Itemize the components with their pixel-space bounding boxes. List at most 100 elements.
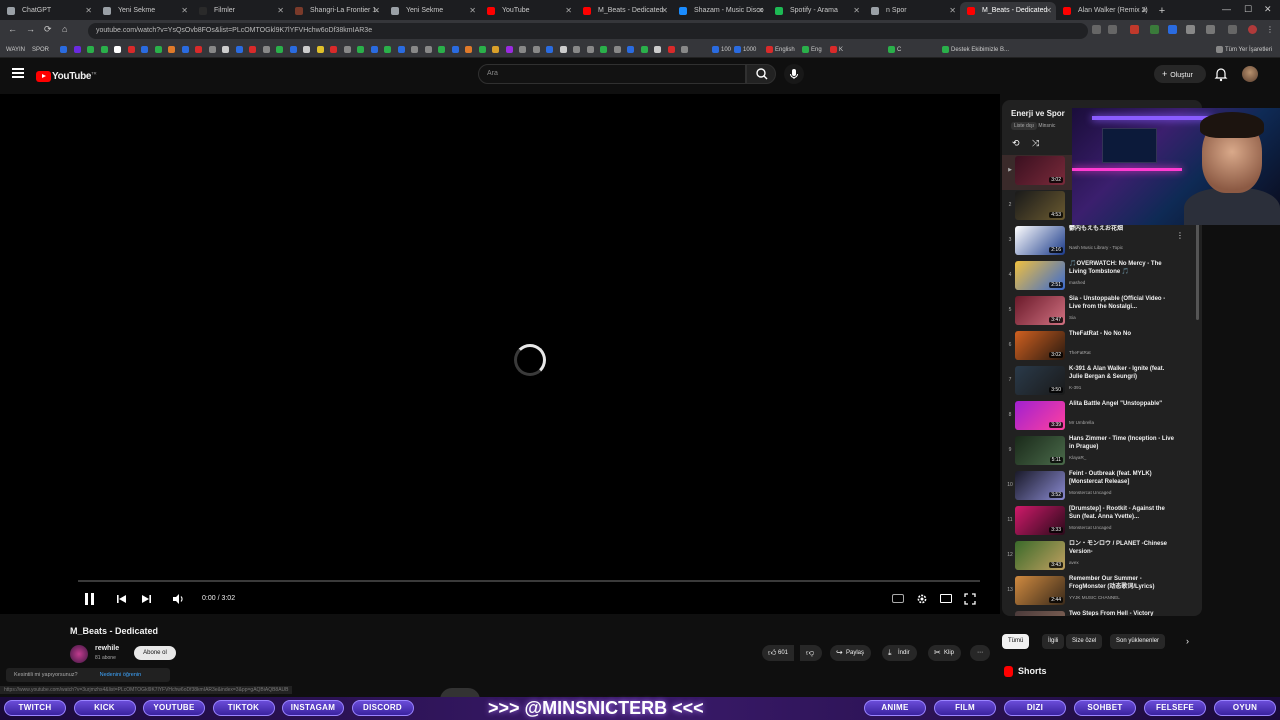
bookmark-favicon-icon[interactable] bbox=[235, 45, 245, 55]
close-tab-icon[interactable]: ✕ bbox=[1045, 2, 1052, 20]
minimize-window-icon[interactable]: — bbox=[1222, 0, 1231, 18]
back-icon[interactable]: ← bbox=[8, 24, 17, 34]
playlist-item[interactable]: 8 3:39 Alita Battle Angel "Unstoppable" Mr … bbox=[1002, 400, 1202, 435]
bookmark-favicon-icon[interactable] bbox=[667, 45, 677, 55]
bookmark-favicon-icon[interactable] bbox=[141, 45, 150, 55]
bookmark-item[interactable]: Eng bbox=[802, 45, 822, 55]
bookmark-favicon-icon[interactable] bbox=[519, 45, 528, 55]
video-thumbnail[interactable] bbox=[1015, 611, 1065, 616]
video-thumbnail[interactable]: 3:50 bbox=[1015, 366, 1065, 395]
playlist-item-title[interactable]: TheFatRat - No No No bbox=[1069, 330, 1177, 338]
playlist-item-title[interactable]: K-391 & Alan Walker - Ignite (feat. Juli… bbox=[1069, 365, 1177, 381]
bookmark-favicon-icon[interactable] bbox=[505, 45, 515, 55]
extension-icon[interactable] bbox=[1168, 25, 1177, 34]
channel-name[interactable]: rewhile bbox=[95, 645, 119, 652]
playlist-item-title[interactable]: ロン・モンロウ / PLANET -Chinese Version- bbox=[1069, 540, 1177, 556]
miniplayer-icon[interactable] bbox=[940, 594, 952, 603]
playlist-item[interactable]: 5 3:47 Sia - Unstoppable (Official Video -… bbox=[1002, 295, 1202, 330]
bookmark-item[interactable]: 1000 bbox=[734, 45, 756, 55]
browser-menu-icon[interactable]: ⋮ bbox=[1266, 25, 1275, 34]
video-thumbnail[interactable]: 4:53 bbox=[1015, 191, 1065, 220]
browser-tab[interactable]: M_Beats - Dedicated ✕ bbox=[576, 2, 672, 20]
bookmark-favicon-icon[interactable] bbox=[681, 45, 690, 55]
video-thumbnail[interactable]: 3:52 bbox=[1015, 471, 1065, 500]
search-button[interactable] bbox=[746, 64, 776, 84]
notifications-button[interactable] bbox=[1214, 66, 1228, 87]
browser-tab[interactable]: M_Beats - Dedicated ✕ bbox=[960, 2, 1056, 20]
previous-button[interactable] bbox=[116, 592, 128, 611]
bookmark-favicon-icon[interactable] bbox=[330, 45, 339, 55]
playlist-item-title[interactable]: 🎵OVERWATCH: No Mercy - The Living Tombst… bbox=[1069, 260, 1177, 276]
bookmark-favicon-icon[interactable] bbox=[465, 45, 474, 55]
bookmark-favicon-icon[interactable] bbox=[546, 45, 555, 55]
bookmark-favicon-icon[interactable] bbox=[411, 45, 420, 55]
search-input[interactable]: Ara bbox=[478, 64, 746, 84]
bookmark-favicon-icon[interactable] bbox=[127, 45, 137, 55]
new-tab-button[interactable]: + bbox=[1152, 2, 1172, 20]
account-avatar[interactable] bbox=[1242, 66, 1258, 82]
bookmark-favicon-icon[interactable] bbox=[627, 45, 636, 55]
bookmark-favicon-icon[interactable] bbox=[573, 45, 582, 55]
bookmark-favicon-icon[interactable] bbox=[276, 45, 285, 55]
browser-tab[interactable]: Shazam - Music Disco ✕ bbox=[672, 2, 768, 20]
extension-icon[interactable] bbox=[1150, 25, 1159, 34]
close-tab-icon[interactable]: ✕ bbox=[1141, 2, 1148, 20]
all-bookmarks-item[interactable]: Tüm Yer İşaretleri bbox=[1216, 45, 1272, 55]
learn-why-link[interactable]: Nedenini öğrenin bbox=[100, 672, 142, 678]
youtube-logo[interactable]: YouTubeTR bbox=[36, 68, 97, 86]
url-field[interactable]: youtube.com/watch?v=YsQsOvb8FOs&list=PLc… bbox=[88, 23, 1088, 39]
bookmark-item[interactable]: Destek Ekibimizle B... bbox=[942, 45, 1009, 55]
video-thumbnail[interactable]: 3:02 bbox=[1015, 331, 1065, 360]
playlist-item-title[interactable]: Two Steps From Hell - Victory bbox=[1069, 610, 1177, 616]
clip-button[interactable]: ✂ Klip bbox=[928, 645, 962, 661]
settings-button[interactable] bbox=[916, 592, 928, 611]
close-tab-icon[interactable]: ✕ bbox=[181, 2, 188, 20]
bookmark-favicon-icon[interactable] bbox=[370, 45, 380, 55]
shuffle-icon[interactable]: ⤨ bbox=[1032, 138, 1039, 149]
extensions-puzzle-icon[interactable] bbox=[1206, 25, 1215, 34]
video-thumbnail[interactable]: 3:47 bbox=[1015, 296, 1065, 325]
bookmark-item[interactable]: SPOR bbox=[32, 45, 49, 55]
extension-icon[interactable] bbox=[1130, 25, 1139, 34]
video-player[interactable] bbox=[0, 94, 1000, 614]
extension-icon[interactable] bbox=[1186, 25, 1195, 34]
bookmark-favicon-icon[interactable] bbox=[357, 45, 366, 55]
bookmark-favicon-icon[interactable] bbox=[303, 45, 312, 55]
loop-icon[interactable]: ⟲ bbox=[1012, 138, 1020, 149]
close-tab-icon[interactable]: ✕ bbox=[373, 2, 380, 20]
home-icon[interactable]: ⌂ bbox=[62, 24, 67, 34]
close-tab-icon[interactable]: ✕ bbox=[565, 2, 572, 20]
video-thumbnail[interactable]: 3:43 bbox=[1015, 541, 1065, 570]
download-button[interactable]: ⤓ İndir bbox=[882, 645, 917, 661]
filter-chip[interactable]: İlgili bbox=[1042, 634, 1065, 649]
playlist-item[interactable]: 3 2:16 鬱内もえもえお花畑 Nash Music Library - Topic… bbox=[1002, 225, 1202, 260]
browser-tab[interactable]: YouTube ✕ bbox=[480, 2, 576, 20]
playlist-item-title[interactable]: Hans Zimmer - Time (Inception - Live in … bbox=[1069, 435, 1177, 451]
bookmark-favicon-icon[interactable] bbox=[181, 45, 191, 55]
dislike-button[interactable]: 👎︎ bbox=[800, 645, 822, 661]
playlist-item[interactable]: 4 2:51 🎵OVERWATCH: No Mercy - The Living T… bbox=[1002, 260, 1202, 295]
bookmark-favicon-icon[interactable] bbox=[154, 45, 164, 55]
chevron-right-icon[interactable]: › bbox=[1186, 636, 1189, 646]
volume-button[interactable] bbox=[172, 592, 186, 611]
playlist-item-title[interactable]: [Drumstep] - Rootkit - Against the Sun (… bbox=[1069, 505, 1177, 521]
bookmark-item[interactable]: WAYIN bbox=[6, 45, 25, 55]
playlist-item-title[interactable]: Alita Battle Angel "Unstoppable" bbox=[1069, 400, 1177, 408]
progress-bar[interactable] bbox=[78, 580, 980, 582]
bookmark-favicon-icon[interactable] bbox=[532, 45, 542, 55]
fullscreen-button[interactable] bbox=[964, 592, 976, 611]
playlist-item[interactable]: 11 3:33 [Drumstep] - Rootkit - Against the… bbox=[1002, 505, 1202, 540]
bookmark-favicon-icon[interactable] bbox=[249, 45, 258, 55]
browser-tab[interactable]: Yeni Sekme ✕ bbox=[384, 2, 480, 20]
bookmark-favicon-icon[interactable] bbox=[316, 45, 326, 55]
playlist-item-title[interactable]: Sia - Unstoppable (Official Video - Live… bbox=[1069, 295, 1177, 311]
bookmark-favicon-icon[interactable] bbox=[100, 45, 110, 55]
channel-avatar[interactable] bbox=[70, 645, 88, 663]
playlist-item[interactable]: 7 3:50 K-391 & Alan Walker - Ignite (feat.… bbox=[1002, 365, 1202, 400]
bookmark-favicon-icon[interactable] bbox=[87, 45, 96, 55]
bookmark-favicon-icon[interactable] bbox=[114, 45, 123, 55]
bookmark-favicon-icon[interactable] bbox=[262, 45, 272, 55]
bookmark-favicon-icon[interactable] bbox=[222, 45, 231, 55]
playlist-item[interactable]: 12 3:43 ロン・モンロウ / PLANET -Chinese Version-… bbox=[1002, 540, 1202, 575]
video-thumbnail[interactable]: 2:44 bbox=[1015, 576, 1065, 605]
